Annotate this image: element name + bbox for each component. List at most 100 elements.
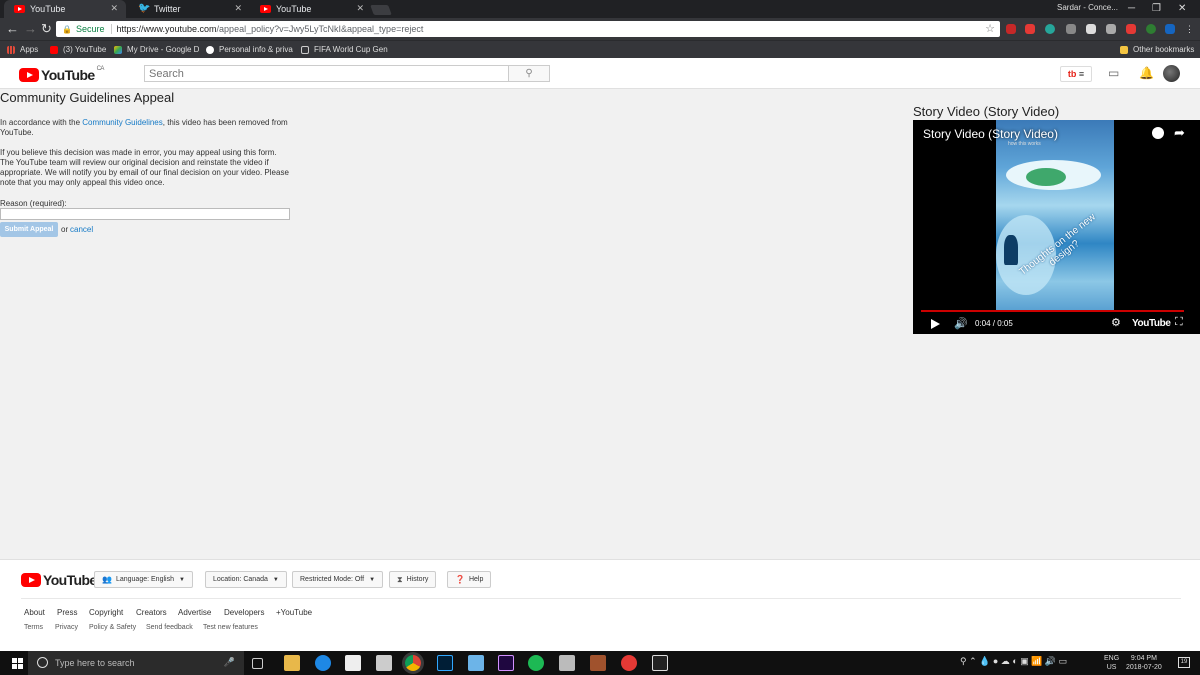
app-icon[interactable] [559,655,575,671]
close-tab-icon[interactable]: ✕ [356,3,364,14]
minimize-icon[interactable]: ─ [1128,3,1135,14]
edge-icon[interactable] [315,655,331,671]
progress-bar[interactable] [921,310,1184,312]
bookmark-youtube[interactable]: (3) YouTube [50,45,106,54]
footer-link-about[interactable]: About [24,608,45,617]
store-icon[interactable] [345,655,361,671]
footer-link-press[interactable]: Press [57,608,77,617]
avatar[interactable] [1163,65,1180,82]
system-tray-icons[interactable]: ⚲ ⌃ 💧 ● ☁ ◐ ▣ 📶 🔊 ▭ [960,656,1067,667]
footer-link-policy-safety[interactable]: Policy & Safety [89,624,136,631]
extension-icon[interactable] [1165,24,1175,34]
cancel-link[interactable]: cancel [70,225,93,234]
browser-tab-youtube-1[interactable]: YouTube ✕ [4,0,126,18]
settings-gear-icon[interactable]: ⚙ [1111,316,1121,329]
footer-link-test-features[interactable]: Test new features [203,624,258,631]
bookmark-apps[interactable]: Apps [7,45,38,54]
action-center-icon[interactable]: 19 [1178,657,1190,668]
epic-games-icon[interactable] [652,655,668,671]
app-icon[interactable] [621,655,637,671]
address-bar[interactable]: 🔒 Secure https://www.youtube.com/appeal_… [56,21,1000,37]
taskbar-search-input[interactable]: Type here to search 🎤 [28,651,244,675]
extension-icon[interactable] [1126,24,1136,34]
fullscreen-icon[interactable]: ⛶ [1175,316,1183,329]
after-effects-icon[interactable] [498,655,514,671]
photoshop-icon[interactable] [437,655,453,671]
footer-link-copyright[interactable]: Copyright [89,608,123,617]
extension-icon[interactable] [1106,24,1116,34]
close-window-icon[interactable]: ✕ [1178,3,1186,14]
video-player[interactable]: Story Video (Story Video) how this works… [913,120,1200,334]
volume-icon[interactable]: 🔊 [954,317,968,330]
app-icon[interactable] [376,655,392,671]
community-guidelines-link[interactable]: Community Guidelines [82,118,162,127]
bookmark-drive[interactable]: My Drive - Google D [114,45,199,54]
chrome-icon[interactable] [405,655,421,671]
bookmark-star-icon[interactable]: ☆ [985,22,995,35]
footer-link-advertise[interactable]: Advertise [178,608,211,617]
reload-icon[interactable]: ↻ [41,21,52,37]
taskbar-clock[interactable]: 9:04 PM 2018-07-20 [1126,654,1162,672]
microphone-icon[interactable]: 🎤 [224,657,235,668]
footer-youtube-logo[interactable]: YouTube [21,572,97,588]
footer-link-plus-youtube[interactable]: +YouTube [276,608,312,617]
player-youtube-logo[interactable]: YouTube [1132,318,1171,329]
language-button[interactable]: 👥 Language: English ▼ [94,571,193,588]
menu-dots-icon[interactable]: ⋮ [1185,24,1195,34]
tree-shape [1004,235,1018,265]
shield-icon[interactable] [1066,24,1076,34]
location-button[interactable]: Location: Canada ▼ [205,571,287,588]
extension-icon[interactable] [1045,24,1055,34]
tab-label: Twitter [154,4,181,14]
extension-icon[interactable] [1025,24,1035,34]
or-text: or [61,225,69,234]
restore-icon[interactable]: ❐ [1152,3,1161,14]
task-view-icon[interactable] [252,658,263,669]
search-input[interactable] [144,65,509,82]
play-icon[interactable] [931,319,940,329]
input-language[interactable]: ENG US [1104,654,1119,672]
history-button[interactable]: ⧗ History [389,571,437,588]
player-title[interactable]: Story Video (Story Video) [923,127,1058,141]
clock-date: 2018-07-20 [1126,664,1162,671]
upload-video-icon[interactable]: ▭ [1108,66,1119,80]
page-title: Community Guidelines Appeal [0,90,175,105]
footer-link-developers[interactable]: Developers [224,608,264,617]
share-arrow-icon[interactable]: ➦ [1174,125,1185,141]
footer-link-terms[interactable]: Terms [24,624,43,631]
spotify-icon[interactable] [528,655,544,671]
watch-later-clock-icon[interactable] [1152,127,1164,139]
close-tab-icon[interactable]: ✕ [110,3,118,14]
forward-icon[interactable]: → [24,21,37,36]
browser-tab-youtube-2[interactable]: YouTube ✕ [250,0,372,18]
windows-start-icon[interactable] [12,658,23,669]
browser-tab-twitter[interactable]: 🐦 Twitter ✕ [128,0,250,18]
restricted-mode-button[interactable]: Restricted Mode: Off ▼ [292,571,384,588]
bookmark-fifa[interactable]: FIFA World Cup Gen [301,45,388,54]
submit-appeal-button[interactable]: Submit Appeal [0,222,58,237]
new-tab-button[interactable] [370,5,392,15]
file-explorer-icon[interactable] [284,655,300,671]
help-button[interactable]: ❓ Help [447,571,492,588]
reason-input[interactable] [0,208,290,220]
footer-link-creators[interactable]: Creators [136,608,167,617]
app-icon[interactable] [590,655,606,671]
youtube-logo[interactable]: YouTube CA [19,66,104,83]
back-icon[interactable]: ← [6,21,19,36]
bookmark-personal-info[interactable]: Personal info & priva [206,45,293,54]
youtube-icon [14,5,25,13]
bookmark-other[interactable]: Other bookmarks [1120,45,1194,54]
close-tab-icon[interactable]: ✕ [234,3,242,14]
footer-link-privacy[interactable]: Privacy [55,624,78,631]
url-text[interactable]: https://www.youtube.com/appeal_policy?v=… [117,24,424,34]
footer-link-send-feedback[interactable]: Send feedback [146,624,193,631]
tab-label: YouTube [276,4,312,14]
extension-icon[interactable] [1006,24,1016,34]
extension-icon[interactable] [1086,24,1096,34]
browser-profile-name[interactable]: Sardar - Conce... [1057,3,1118,12]
tubebuddy-button[interactable]: tb ≡ [1060,66,1092,82]
extension-icon[interactable] [1146,24,1156,34]
search-button[interactable]: ⚲ [508,65,550,82]
notifications-bell-icon[interactable]: 🔔 [1139,66,1154,80]
app-icon[interactable] [468,655,484,671]
